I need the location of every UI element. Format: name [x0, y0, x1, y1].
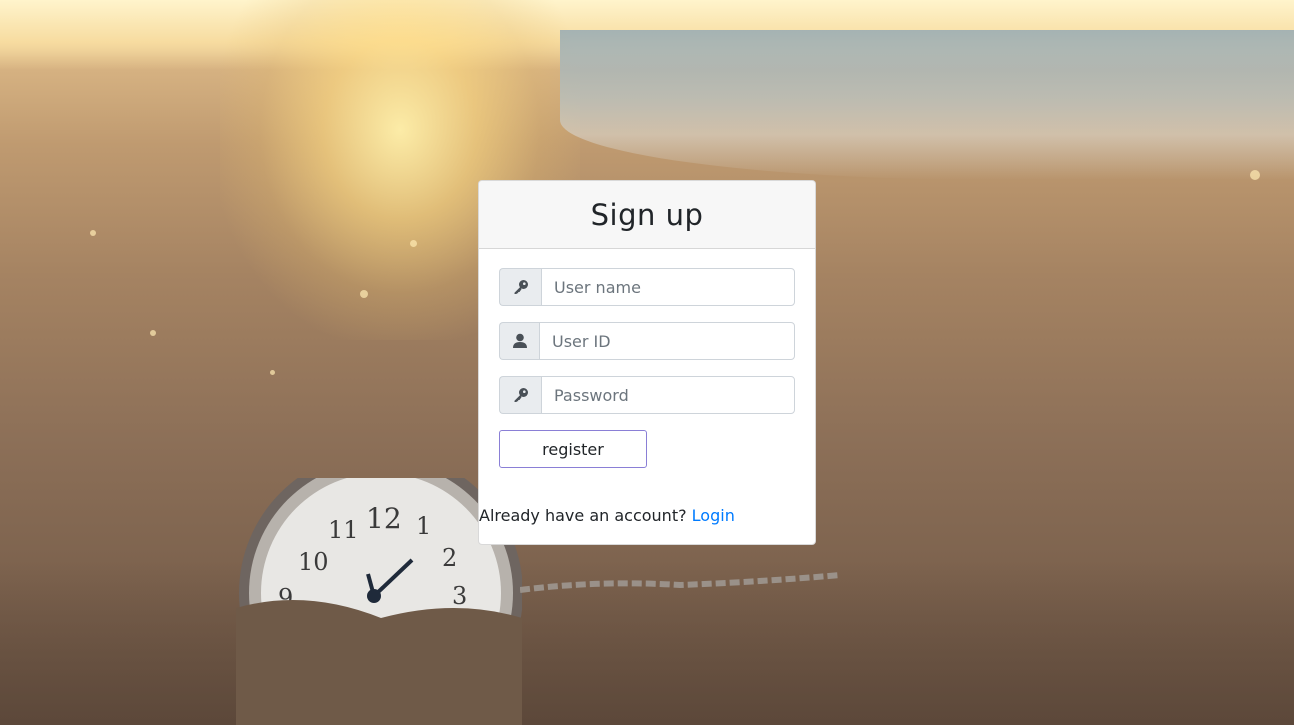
sparkle — [410, 240, 417, 247]
card-header: Sign up — [479, 181, 815, 249]
watch-chain — [520, 572, 841, 593]
signup-card: Sign up register Already have an account… — [478, 180, 816, 545]
svg-text:11: 11 — [328, 516, 359, 544]
page-title: Sign up — [590, 197, 704, 232]
sparkle — [90, 230, 96, 236]
svg-text:12: 12 — [366, 502, 402, 535]
username-input[interactable] — [541, 268, 795, 306]
key-icon — [499, 376, 541, 414]
password-input[interactable] — [541, 376, 795, 414]
password-field-group — [499, 376, 795, 414]
sparkle — [270, 370, 275, 375]
userid-input[interactable] — [539, 322, 795, 360]
svg-text:2: 2 — [442, 544, 457, 572]
username-field-group — [499, 268, 795, 306]
login-prompt: Already have an account? Login — [479, 506, 735, 525]
login-link[interactable]: Login — [692, 506, 735, 525]
user-icon — [499, 322, 539, 360]
sparkle — [150, 330, 156, 336]
sparkle — [1250, 170, 1260, 180]
login-prompt-text: Already have an account? — [479, 506, 692, 525]
svg-text:10: 10 — [298, 548, 329, 576]
svg-text:3: 3 — [452, 582, 467, 610]
sparkle — [360, 290, 368, 298]
sea-waves — [560, 30, 1294, 180]
register-button[interactable]: register — [499, 430, 647, 468]
svg-text:1: 1 — [416, 512, 431, 540]
userid-field-group — [499, 322, 795, 360]
key-icon — [499, 268, 541, 306]
